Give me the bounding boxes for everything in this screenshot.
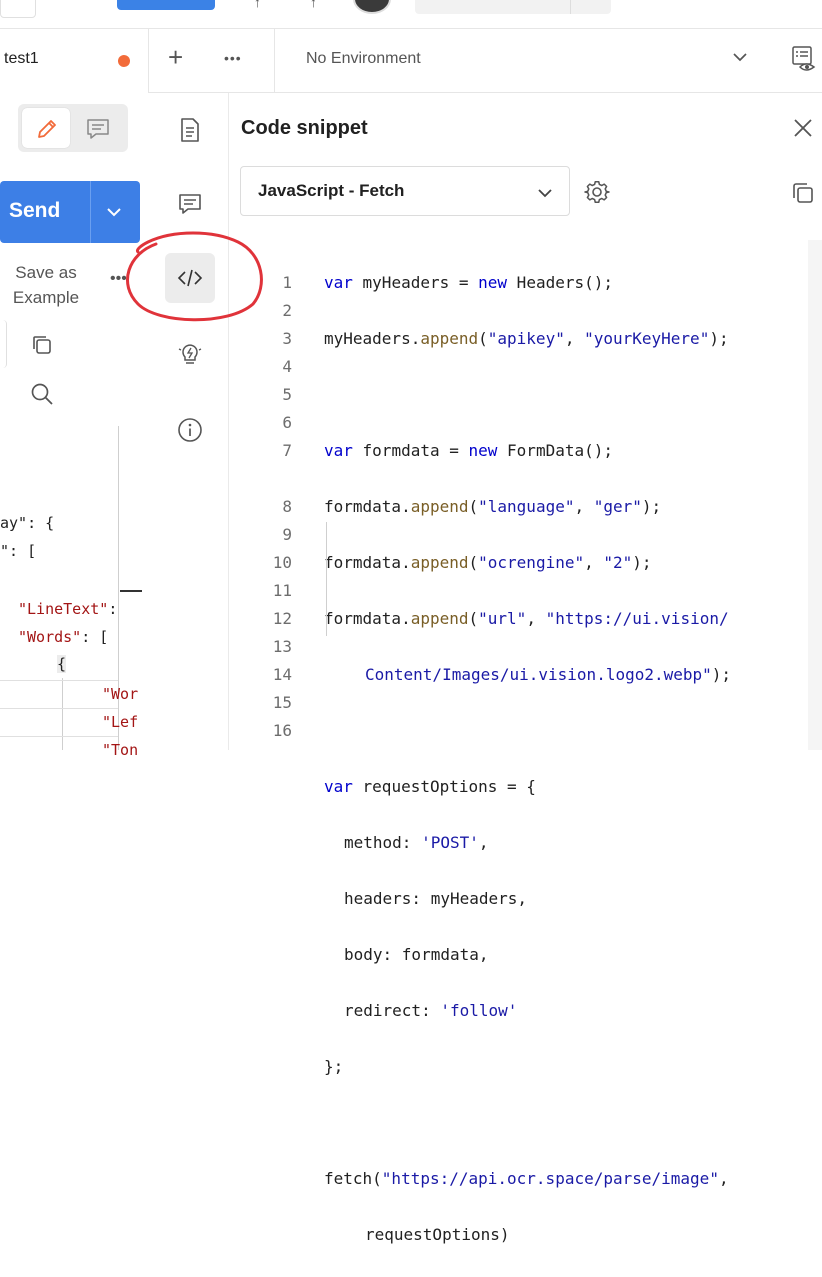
environment-quick-look-button[interactable] bbox=[790, 44, 816, 74]
code-line: fetch("https://api.ocr.space/parse/image… bbox=[324, 1169, 729, 1188]
unsaved-dot-icon bbox=[118, 55, 130, 67]
line-number: 10 bbox=[272, 553, 292, 572]
tab-options-button[interactable]: ••• bbox=[224, 50, 242, 66]
code-line: }; bbox=[324, 1057, 344, 1076]
line-number: 11 bbox=[272, 581, 292, 600]
line-number: 15 bbox=[272, 693, 292, 712]
send-label: Send bbox=[9, 199, 61, 222]
language-select-value: JavaScript - Fetch bbox=[258, 181, 405, 200]
document-icon bbox=[181, 118, 199, 142]
top-search-pill[interactable] bbox=[415, 0, 611, 14]
line-number: 9 bbox=[282, 525, 292, 544]
line-number: 12 bbox=[272, 609, 292, 628]
top-left-control[interactable] bbox=[0, 0, 36, 18]
line-numbers: 1234567 8 9 10 11 12 13 14 15 16 bbox=[0, 241, 292, 773]
code-line: redirect: 'follow' bbox=[344, 1001, 518, 1020]
line-number: 13 bbox=[272, 637, 292, 656]
code-scrollbar[interactable] bbox=[808, 240, 822, 750]
environment-dropdown[interactable] bbox=[731, 48, 749, 69]
top-primary-button[interactable] bbox=[117, 0, 215, 10]
code-line: body: formdata, bbox=[344, 945, 489, 964]
header-divider bbox=[148, 92, 822, 93]
new-tab-button[interactable]: + bbox=[168, 42, 183, 73]
snippet-settings-button[interactable] bbox=[583, 178, 611, 206]
gear-icon bbox=[584, 180, 610, 204]
documentation-button[interactable] bbox=[176, 116, 204, 144]
env-eye-icon bbox=[792, 46, 816, 71]
line-number bbox=[0, 465, 292, 493]
edit-toggle-button[interactable] bbox=[22, 108, 70, 148]
pencil-icon bbox=[38, 120, 56, 138]
line-number: 5 bbox=[282, 385, 292, 404]
top-icon-1[interactable]: ↑ bbox=[254, 0, 261, 10]
chevron-down-icon bbox=[733, 53, 747, 62]
line-number: 6 bbox=[282, 413, 292, 432]
comment-icon bbox=[179, 194, 201, 214]
chevron-down-icon bbox=[536, 184, 554, 207]
code-snippet-title: Code snippet bbox=[241, 117, 368, 139]
close-button[interactable] bbox=[791, 116, 815, 140]
code-line: myHeaders.append("apikey", "yourKeyHere"… bbox=[324, 329, 729, 348]
indent-guide bbox=[326, 522, 327, 636]
code-line: Content/Images/ui.vision.logo2.webp"); bbox=[365, 665, 732, 684]
code-line: formdata.append("language", "ger"); bbox=[324, 497, 662, 516]
code-line: method: 'POST', bbox=[344, 833, 489, 852]
code-line: requestOptions) bbox=[365, 1225, 510, 1244]
line-number: 1 bbox=[282, 273, 292, 292]
top-icon-2[interactable]: ↑ bbox=[310, 0, 317, 10]
code-line: formdata.append("url", "https://ui.visio… bbox=[324, 609, 729, 628]
code-line: headers: myHeaders, bbox=[344, 889, 528, 908]
top-pill-divider bbox=[570, 0, 571, 14]
code-line: formdata.append("ocrengine", "2"); bbox=[324, 553, 652, 572]
line-number: 3 bbox=[282, 329, 292, 348]
code-line: var formdata = new FormData(); bbox=[324, 441, 613, 460]
line-number: 7 bbox=[282, 441, 292, 460]
close-icon bbox=[794, 119, 812, 137]
environment-selector[interactable]: No Environment bbox=[306, 50, 421, 68]
line-number: 2 bbox=[282, 301, 292, 320]
chevron-down-icon bbox=[107, 208, 121, 217]
send-divider bbox=[90, 181, 91, 243]
code-line: var myHeaders = new Headers(); bbox=[324, 273, 614, 292]
line-number: 16 bbox=[272, 721, 292, 740]
code-editor[interactable]: var myHeaders = new Headers(); myHeaders… bbox=[324, 241, 731, 1277]
comment-toggle-button[interactable] bbox=[74, 108, 122, 148]
env-divider bbox=[274, 28, 275, 92]
request-tab-name[interactable]: test1 bbox=[4, 50, 39, 68]
line-number: 14 bbox=[272, 665, 292, 684]
line-number: 4 bbox=[282, 357, 292, 376]
tab-divider bbox=[148, 28, 149, 92]
copy-icon bbox=[793, 183, 813, 203]
line-number: 8 bbox=[282, 497, 292, 516]
comment-icon bbox=[87, 119, 109, 139]
code-line: var requestOptions = { bbox=[324, 777, 536, 796]
copy-snippet-button[interactable] bbox=[790, 180, 816, 206]
comments-button[interactable] bbox=[176, 190, 204, 218]
